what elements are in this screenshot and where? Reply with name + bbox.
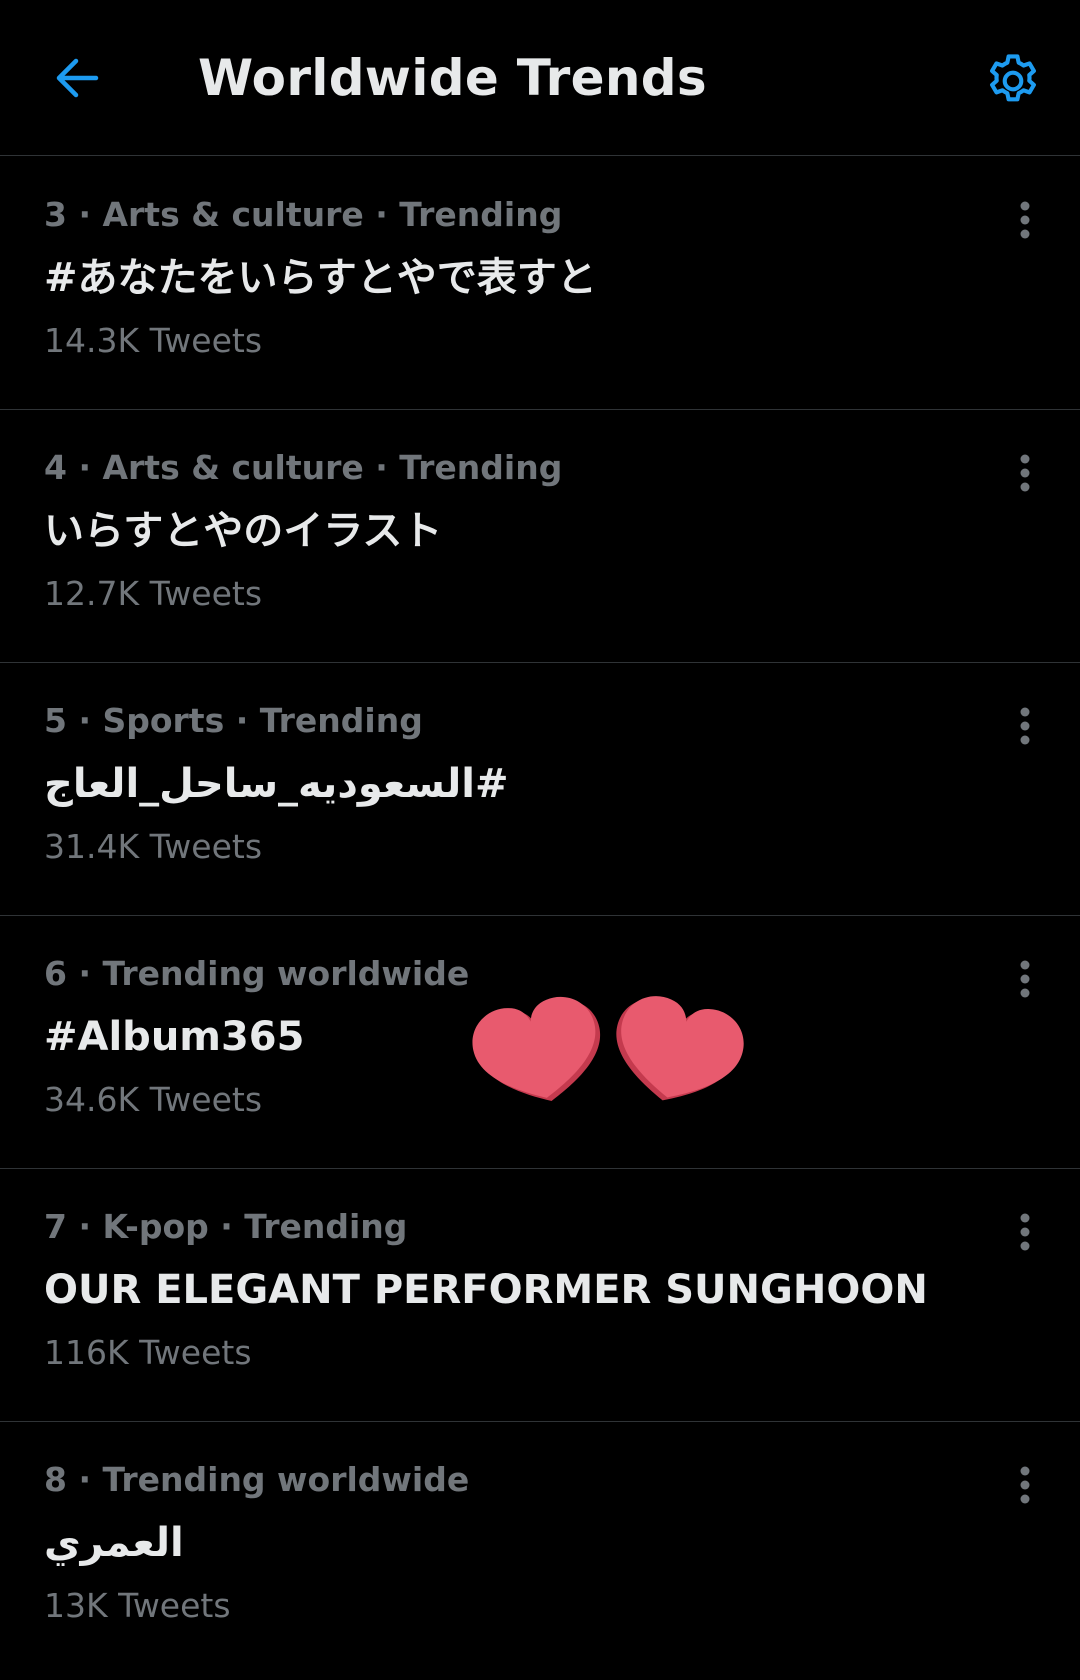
back-button[interactable] (44, 46, 108, 110)
more-vertical-icon (1020, 1213, 1030, 1251)
more-options-button[interactable] (1000, 701, 1050, 751)
more-vertical-icon (1020, 960, 1030, 998)
more-options-button[interactable] (1000, 954, 1050, 1004)
more-options-button[interactable] (1000, 195, 1050, 245)
trend-list: 3 · Arts & culture · Trending #あなたをいらすとや… (0, 157, 1080, 1675)
gear-icon (990, 54, 1036, 102)
arrow-left-icon (56, 58, 99, 98)
trend-item[interactable]: 3 · Arts & culture · Trending #あなたをいらすとや… (0, 157, 1080, 410)
trend-tweet-count: 13K Tweets (44, 1586, 231, 1625)
more-options-button[interactable] (1000, 448, 1050, 498)
more-vertical-icon (1020, 454, 1030, 492)
trend-tweet-count: 12.7K Tweets (44, 574, 263, 613)
more-options-button[interactable] (1000, 1207, 1050, 1257)
trend-meta: 8 · Trending worldwide (44, 1460, 470, 1499)
trend-name: OUR ELEGANT PERFORMER SUNGHOON (44, 1267, 928, 1313)
more-vertical-icon (1020, 707, 1030, 745)
heart-stickers (472, 996, 744, 1101)
trend-name: いらすとやのイラスト (44, 508, 443, 554)
trend-tweet-count: 14.3K Tweets (44, 321, 263, 360)
trend-item[interactable]: 4 · Arts & culture · Trending いらすとやのイラスト… (0, 410, 1080, 663)
trend-name: #あなたをいらすとやで表すと (44, 255, 597, 301)
trend-meta: 7 · K-pop · Trending (44, 1207, 408, 1246)
trend-meta: 6 · Trending worldwide (44, 954, 470, 993)
trend-tweet-count: 31.4K Tweets (44, 827, 263, 866)
settings-button[interactable] (978, 46, 1048, 116)
trend-meta: 5 · Sports · Trending (44, 701, 423, 740)
heart-icon (472, 996, 601, 1101)
trend-name: #السعوديه_ساحل_العاج (44, 761, 509, 807)
more-vertical-icon (1020, 201, 1030, 239)
more-options-button[interactable] (1000, 1460, 1050, 1510)
trend-item[interactable]: 7 · K-pop · Trending OUR ELEGANT PERFORM… (0, 1169, 1080, 1422)
trend-meta: 4 · Arts & culture · Trending (44, 448, 563, 487)
trend-name: #Album365 (44, 1014, 305, 1060)
page-title: Worldwide Trends (198, 49, 707, 107)
top-bar: Worldwide Trends (0, 0, 1080, 156)
trend-tweet-count: 34.6K Tweets (44, 1080, 263, 1119)
trend-name: العمري (44, 1520, 184, 1566)
trend-tweet-count: 116K Tweets (44, 1333, 252, 1372)
trend-item[interactable]: 8 · Trending worldwide العمري 13K Tweets (0, 1422, 1080, 1675)
trend-item[interactable]: 5 · Sports · Trending #السعوديه_ساحل_الع… (0, 663, 1080, 916)
heart-icon (616, 996, 744, 1101)
more-vertical-icon (1020, 1466, 1030, 1504)
trend-meta: 3 · Arts & culture · Trending (44, 195, 563, 234)
